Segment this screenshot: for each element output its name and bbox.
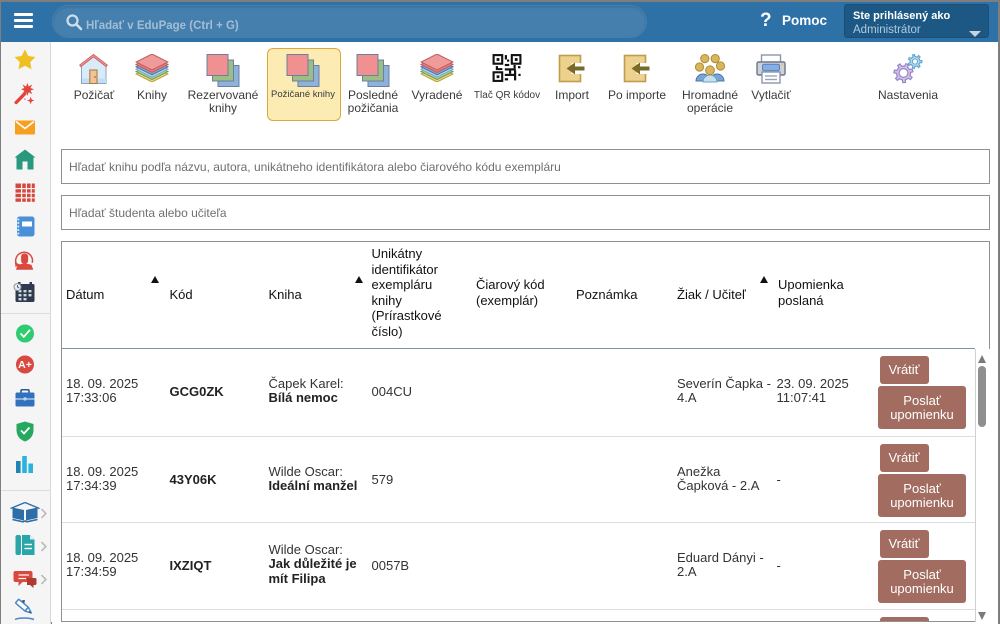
svg-text:A+: A+ — [18, 359, 32, 371]
